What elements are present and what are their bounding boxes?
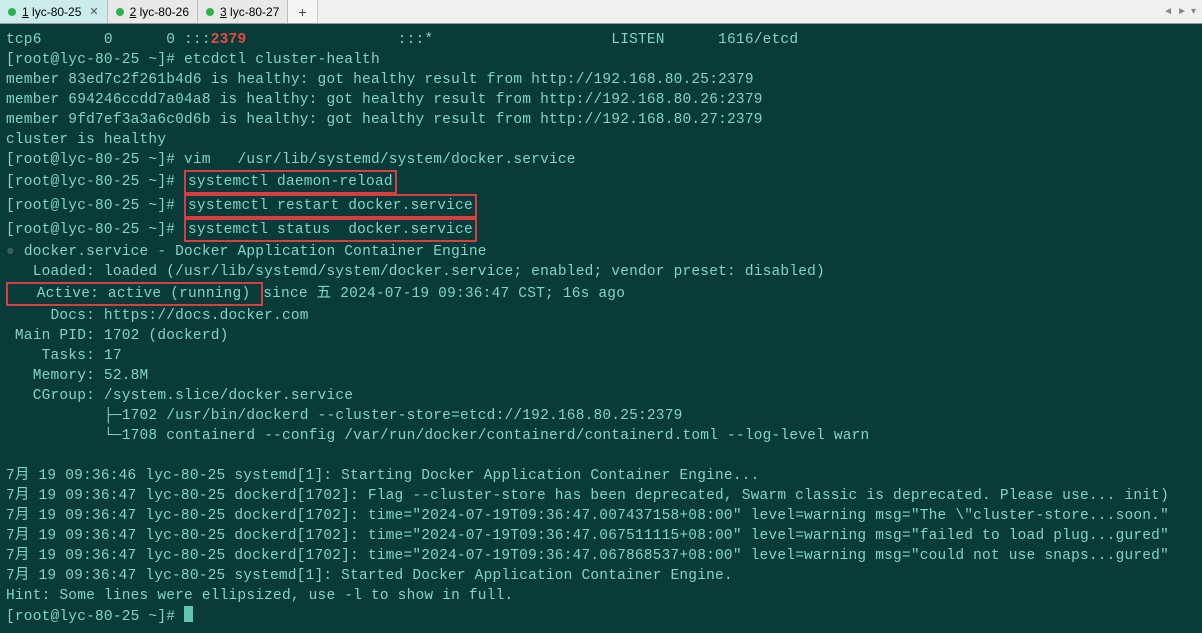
terminal-line	[6, 446, 1196, 466]
tab-3[interactable]: 3 lyc-80-27	[198, 0, 288, 23]
terminal-line: 7月 19 09:36:47 lyc-80-25 dockerd[1702]: …	[6, 526, 1196, 546]
tab-label: lyc-80-25	[32, 5, 81, 19]
scroll-right-icon[interactable]: ►	[1177, 6, 1187, 17]
tab-label: lyc-80-27	[230, 5, 279, 19]
terminal-line: [root@lyc-80-25 ~]#	[6, 606, 1196, 627]
terminal-line: member 694246ccdd7a04a8 is healthy: got …	[6, 90, 1196, 110]
terminal-line: CGroup: /system.slice/docker.service	[6, 386, 1196, 406]
terminal-line: [root@lyc-80-25 ~]# systemctl daemon-rel…	[6, 170, 1196, 194]
terminal-line: member 83ed7c2f261b4d6 is healthy: got h…	[6, 70, 1196, 90]
tab-2[interactable]: 2 lyc-80-26	[108, 0, 198, 23]
highlighted-command: systemctl daemon-reload	[184, 170, 397, 194]
terminal-line: 7月 19 09:36:46 lyc-80-25 systemd[1]: Sta…	[6, 466, 1196, 486]
menu-icon[interactable]: ▾	[1191, 6, 1196, 17]
terminal-line: 7月 19 09:36:47 lyc-80-25 systemd[1]: Sta…	[6, 566, 1196, 586]
terminal-line: member 9fd7ef3a3a6c0d6b is healthy: got …	[6, 110, 1196, 130]
terminal-line: Docs: https://docs.docker.com	[6, 306, 1196, 326]
status-dot-icon	[8, 8, 16, 16]
close-icon[interactable]: ✕	[89, 5, 98, 18]
terminal-line: Active: active (running) since 五 2024-07…	[6, 282, 1196, 306]
highlighted-status: Active: active (running)	[6, 282, 263, 306]
terminal-line: Main PID: 1702 (dockerd)	[6, 326, 1196, 346]
scroll-left-icon[interactable]: ◄	[1163, 6, 1173, 17]
terminal-area[interactable]: tcp6 0 0 :::2379 :::* LISTEN 1616/etcd […	[0, 24, 1202, 633]
terminal-line: [root@lyc-80-25 ~]# systemctl restart do…	[6, 194, 1196, 218]
terminal-line: └─1708 containerd --config /var/run/dock…	[6, 426, 1196, 446]
cursor	[184, 606, 193, 622]
tab-label: lyc-80-26	[140, 5, 189, 19]
terminal-line: tcp6 0 0 :::2379 :::* LISTEN 1616/etcd	[6, 30, 1196, 50]
terminal-line: Hint: Some lines were ellipsized, use -l…	[6, 586, 1196, 606]
terminal-line: Memory: 52.8M	[6, 366, 1196, 386]
terminal-line: [root@lyc-80-25 ~]# vim /usr/lib/systemd…	[6, 150, 1196, 170]
terminal-line: Loaded: loaded (/usr/lib/systemd/system/…	[6, 262, 1196, 282]
tab-num: 1	[22, 5, 29, 19]
status-dot-icon	[116, 8, 124, 16]
tab-1[interactable]: 1 lyc-80-25 ✕	[0, 0, 108, 23]
terminal-line: 7月 19 09:36:47 lyc-80-25 dockerd[1702]: …	[6, 506, 1196, 526]
highlighted-command: systemctl restart docker.service	[184, 194, 477, 218]
terminal-line: cluster is healthy	[6, 130, 1196, 150]
tab-num: 2	[130, 5, 137, 19]
highlighted-command: systemctl status docker.service	[184, 218, 477, 242]
terminal-line: [root@lyc-80-25 ~]# systemctl status doc…	[6, 218, 1196, 242]
terminal-line: [root@lyc-80-25 ~]# etcdctl cluster-heal…	[6, 50, 1196, 70]
new-tab-button[interactable]: +	[288, 0, 317, 23]
terminal-line: ● docker.service - Docker Application Co…	[6, 242, 1196, 262]
tab-bar-controls: ◄ ► ▾	[1163, 6, 1202, 17]
status-dot-icon	[206, 8, 214, 16]
tab-num: 3	[220, 5, 227, 19]
terminal-line: ├─1702 /usr/bin/dockerd --cluster-store=…	[6, 406, 1196, 426]
terminal-line: Tasks: 17	[6, 346, 1196, 366]
terminal-line: 7月 19 09:36:47 lyc-80-25 dockerd[1702]: …	[6, 546, 1196, 566]
terminal-line: 7月 19 09:36:47 lyc-80-25 dockerd[1702]: …	[6, 486, 1196, 506]
tab-bar: 1 lyc-80-25 ✕ 2 lyc-80-26 3 lyc-80-27 + …	[0, 0, 1202, 24]
